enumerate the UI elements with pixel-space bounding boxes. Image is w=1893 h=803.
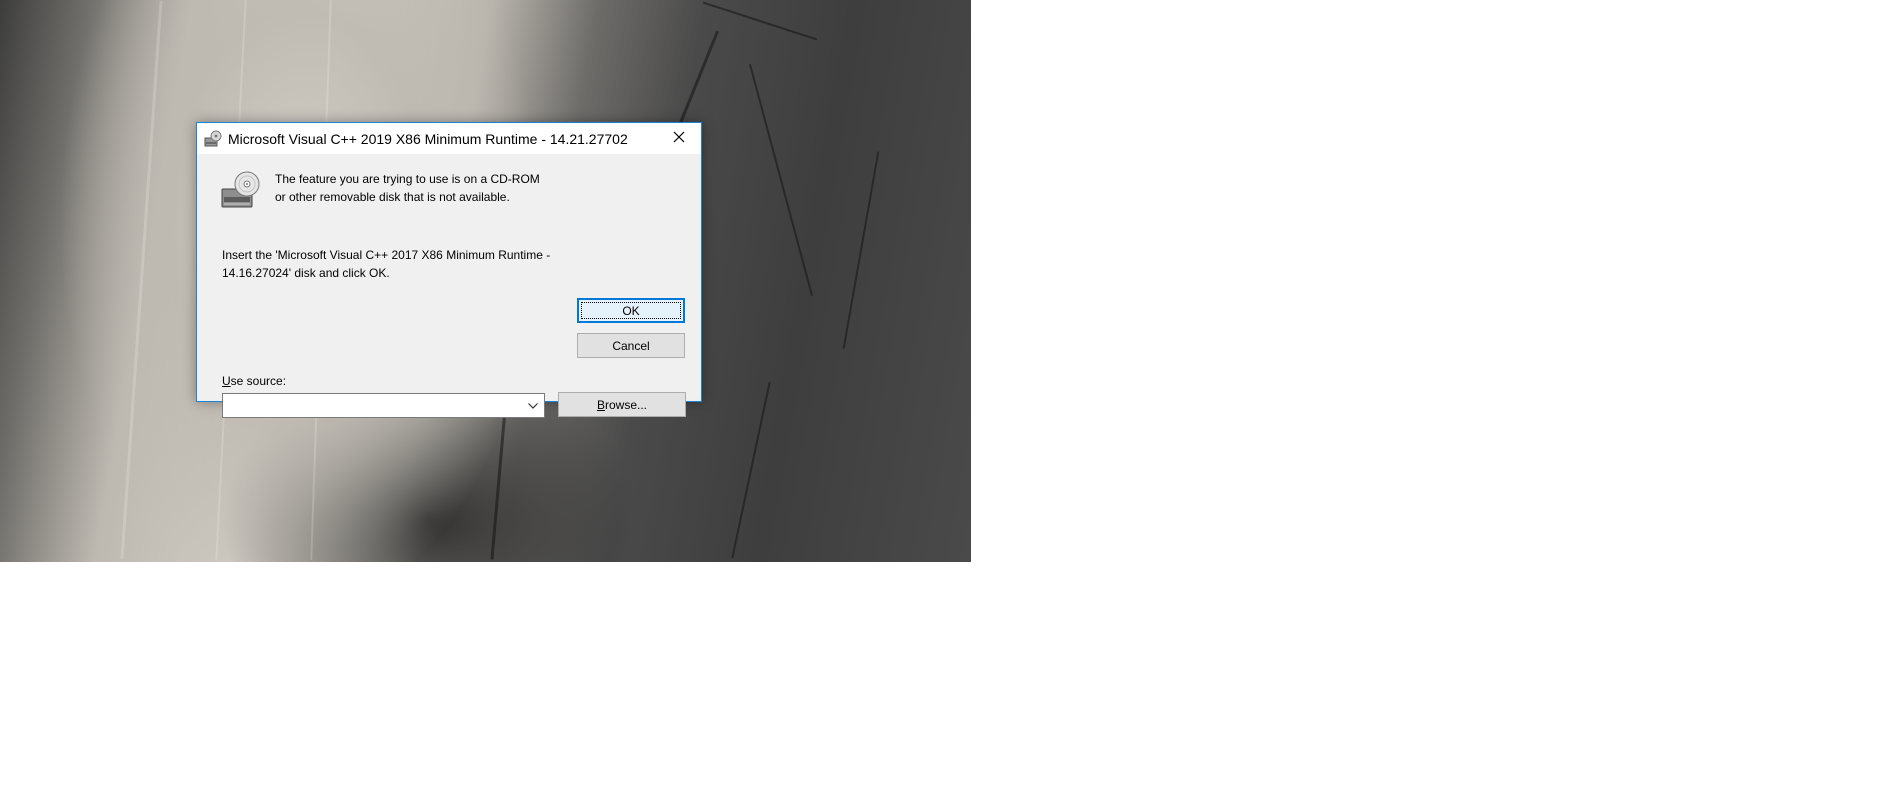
dialog-content: The feature you are trying to use is on … — [197, 154, 701, 418]
use-source-label: Use source: — [222, 374, 286, 388]
cancel-button[interactable]: Cancel — [577, 333, 685, 358]
browse-button[interactable]: Browse... — [558, 392, 686, 417]
browse-mnemonic: B — [596, 397, 605, 412]
browse-button-label: rowse... — [605, 397, 648, 412]
use-source-combobox[interactable] — [222, 393, 545, 418]
close-button[interactable] — [657, 123, 701, 154]
insert-disk-instruction: Insert the 'Microsoft Visual C++ 2017 X8… — [222, 248, 551, 280]
window-title: Microsoft Visual C++ 2019 X86 Minimum Ru… — [228, 130, 628, 147]
feature-unavailable-message: The feature you are trying to use is on … — [275, 172, 540, 204]
cd-rom-icon — [221, 171, 261, 211]
cancel-button-label: Cancel — [612, 338, 650, 353]
installer-icon — [203, 129, 223, 149]
close-icon — [673, 130, 685, 148]
ok-button[interactable]: OK — [577, 298, 685, 323]
use-source-mnemonic: U — [222, 374, 231, 388]
ok-button-label: OK — [622, 303, 640, 318]
chevron-down-icon[interactable] — [524, 396, 542, 415]
use-source-label-text: se source: — [230, 374, 287, 388]
disk-prompt-dialog: Microsoft Visual C++ 2019 X86 Minimum Ru… — [196, 122, 702, 418]
title-bar[interactable]: Microsoft Visual C++ 2019 X86 Minimum Ru… — [197, 123, 701, 154]
